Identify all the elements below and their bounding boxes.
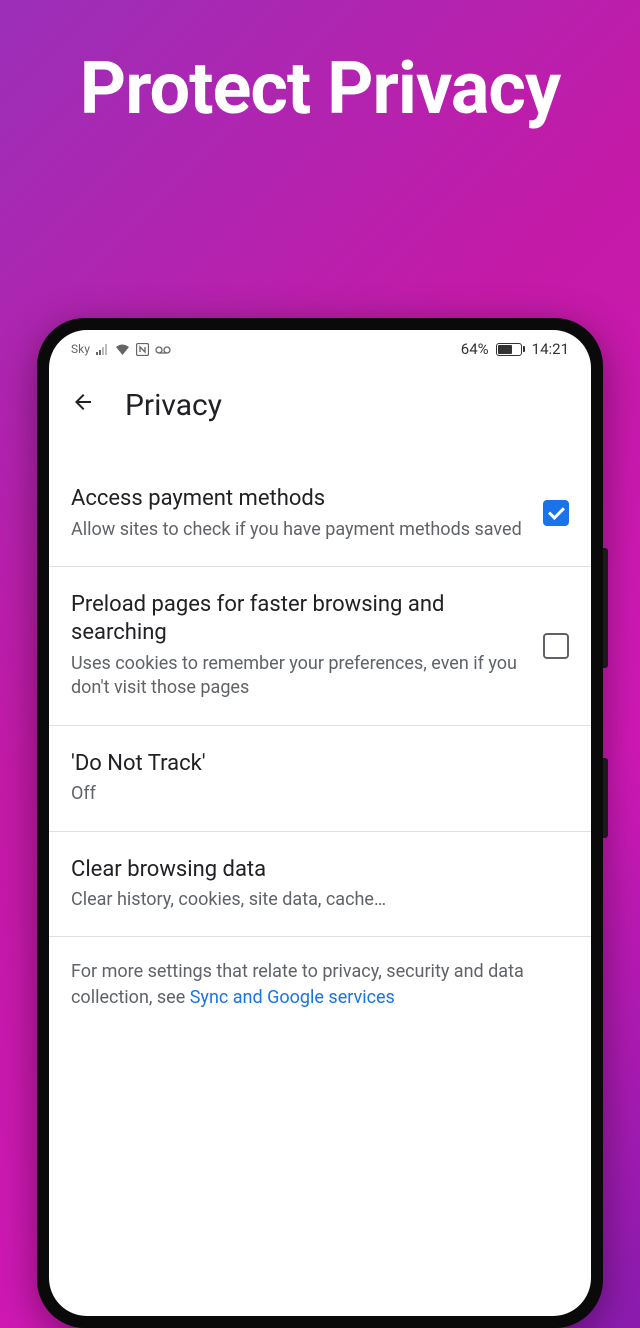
setting-title: Access payment methods <box>71 485 523 514</box>
phone-frame: Sky 64% 14:21 <box>37 318 603 1328</box>
page-title: Privacy <box>125 388 222 423</box>
setting-subtitle: Allow sites to check if you have payment… <box>71 518 523 542</box>
setting-title: Preload pages for faster browsing and se… <box>71 591 523 648</box>
phone-screen: Sky 64% 14:21 <box>49 330 591 1316</box>
battery-percent: 64% <box>461 340 489 358</box>
phone-side-button <box>603 758 608 838</box>
setting-title: Clear browsing data <box>71 856 549 885</box>
voicemail-icon <box>155 342 171 356</box>
status-bar: Sky 64% 14:21 <box>49 330 591 362</box>
footer-note: For more settings that relate to privacy… <box>49 937 591 1031</box>
setting-subtitle: Clear history, cookies, site data, cache… <box>71 888 549 912</box>
carrier-label: Sky <box>71 342 90 356</box>
setting-access-payment[interactable]: Access payment methods Allow sites to ch… <box>49 447 591 567</box>
checkbox-icon[interactable] <box>543 500 569 526</box>
header-bar: Privacy <box>49 362 591 447</box>
setting-subtitle: Uses cookies to remember your preference… <box>71 652 523 701</box>
phone-side-button <box>603 548 608 668</box>
signal-icon <box>96 342 109 356</box>
setting-subtitle: Off <box>71 782 549 806</box>
setting-title: 'Do Not Track' <box>71 750 549 779</box>
battery-icon <box>496 343 525 356</box>
clock-time: 14:21 <box>532 340 569 358</box>
nfc-icon <box>136 342 149 356</box>
setting-preload-pages[interactable]: Preload pages for faster browsing and se… <box>49 567 591 726</box>
setting-clear-browsing-data[interactable]: Clear browsing data Clear history, cooki… <box>49 832 591 938</box>
promo-headline: Protect Privacy <box>0 48 640 131</box>
checkbox-icon[interactable] <box>543 633 569 659</box>
wifi-icon <box>115 342 130 356</box>
back-arrow-icon[interactable] <box>71 390 95 421</box>
sync-services-link[interactable]: Sync and Google services <box>190 987 395 1008</box>
settings-list: Access payment methods Allow sites to ch… <box>49 447 591 937</box>
setting-do-not-track[interactable]: 'Do Not Track' Off <box>49 726 591 832</box>
